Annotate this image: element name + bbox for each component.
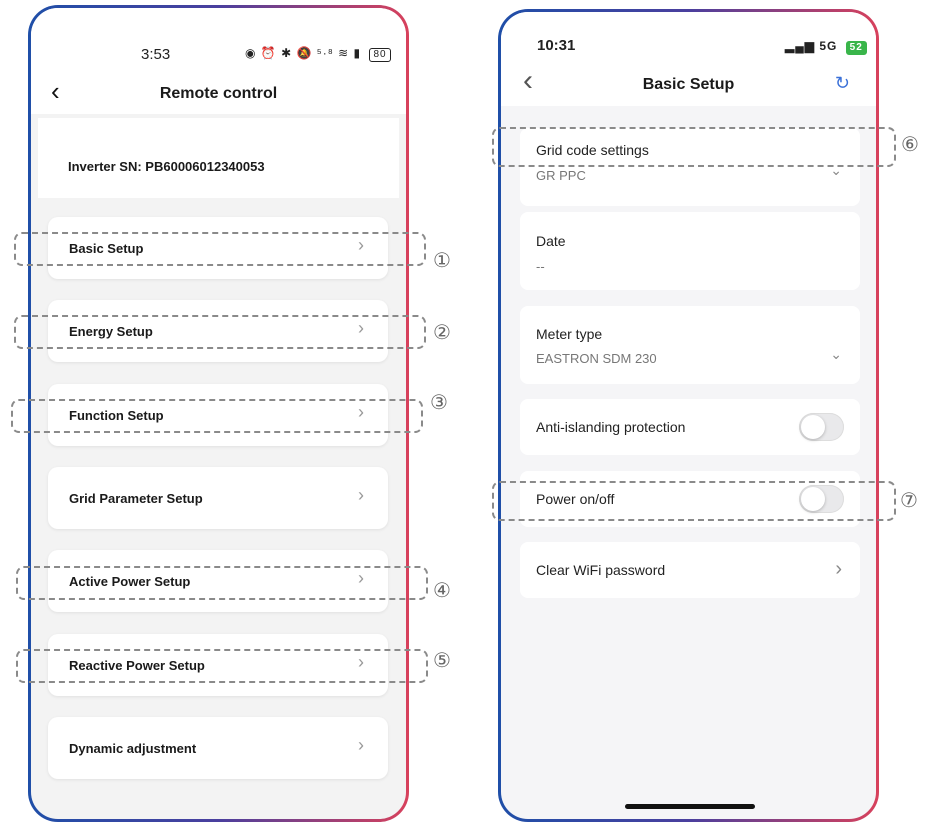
highlight-box-3 <box>11 399 423 433</box>
page-title: Basic Setup <box>642 76 735 93</box>
chevron-right-icon: › <box>835 558 842 580</box>
menu-label: Dynamic adjustment <box>69 741 197 756</box>
status-icons: ◉ ⏰ ✱ 🔕 ⁵·⁸ ≋ ▮ 80 <box>245 46 391 62</box>
highlight-box-7 <box>492 481 896 521</box>
battery-icon: 52 <box>845 41 867 55</box>
refresh-icon[interactable]: ↻ <box>835 73 850 94</box>
highlight-box-1 <box>14 232 426 266</box>
meter-type-value: EASTRON SDM 230 <box>536 351 657 366</box>
inverter-sn-panel: Inverter SN: PB60006012340053 <box>38 118 399 198</box>
field-label: Meter type <box>536 326 603 342</box>
nav-bar: ‹ Basic Setup ↻ <box>501 62 876 106</box>
status-time: 10:31 <box>537 37 576 54</box>
annotation-3: ③ <box>430 390 448 414</box>
page-title: Remote control <box>159 85 278 102</box>
status-indicator-icons: ◉ ⏰ ✱ 🔕 ⁵·⁸ ≋ ▮ <box>245 46 362 60</box>
annotation-7: ⑦ <box>900 488 918 512</box>
status-bar: 10:31 ▂▄▆ 5G 52 <box>501 12 876 62</box>
highlight-box-4 <box>16 566 428 600</box>
home-indicator <box>625 804 755 809</box>
status-icons: ▂▄▆ 5G 52 <box>785 39 867 55</box>
status-bar: 3:53 ◉ ⏰ ✱ 🔕 ⁵·⁸ ≋ ▮ 80 <box>31 8 406 78</box>
inverter-sn: Inverter SN: PB60006012340053 <box>68 159 265 174</box>
date-field[interactable]: Date -- <box>520 212 860 290</box>
field-label: Clear WiFi password <box>536 562 666 578</box>
annotation-6: ⑥ <box>901 132 919 156</box>
anti-islanding-row: Anti-islanding protection <box>520 399 860 455</box>
nav-bar: ‹ Remote control <box>31 70 406 114</box>
battery-icon: 80 <box>369 48 391 62</box>
annotation-2: ② <box>433 320 451 344</box>
annotation-5: ⑤ <box>433 648 451 672</box>
network-type: 5G <box>819 39 838 53</box>
clear-wifi-password[interactable]: Clear WiFi password › <box>520 542 860 598</box>
menu-dynamic-adjustment[interactable]: Dynamic adjustment › <box>48 717 388 779</box>
grid-code-value: GR PPC <box>536 168 586 183</box>
highlight-box-6 <box>492 127 896 167</box>
annotation-1: ① <box>433 248 451 272</box>
meter-type-select[interactable]: Meter type EASTRON SDM 230 ⌄ <box>520 306 860 384</box>
status-time: 3:53 <box>141 46 171 63</box>
menu-grid-parameter-setup[interactable]: Grid Parameter Setup › <box>48 467 388 529</box>
highlight-box-5 <box>16 649 428 683</box>
chevron-down-icon: ⌄ <box>830 346 842 362</box>
signal-icon: ▂▄▆ <box>785 39 815 53</box>
chevron-right-icon: › <box>358 485 364 505</box>
chevron-right-icon: › <box>358 735 364 755</box>
date-value: -- <box>536 259 545 274</box>
field-label: Date <box>536 233 566 249</box>
field-label: Anti-islanding protection <box>536 419 686 435</box>
annotation-4: ④ <box>433 578 451 602</box>
anti-islanding-toggle[interactable] <box>799 413 844 441</box>
menu-label: Grid Parameter Setup <box>69 491 203 506</box>
highlight-box-2 <box>14 315 426 349</box>
